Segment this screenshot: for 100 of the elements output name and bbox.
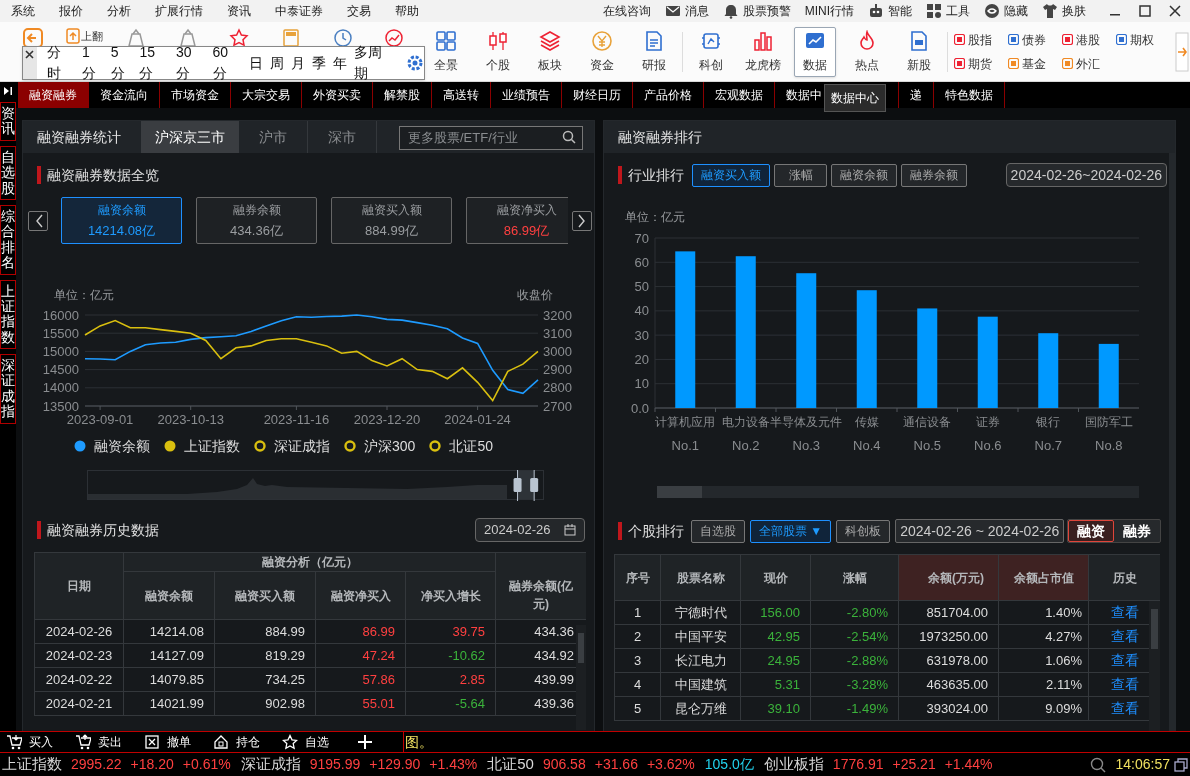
legend-dot[interactable]	[74, 440, 87, 452]
menu-item[interactable]: 分析	[98, 0, 140, 22]
legend-label[interactable]: 上证指数	[184, 435, 241, 457]
slider-handle[interactable]	[513, 470, 522, 502]
next-button[interactable]	[572, 210, 592, 231]
range-slider[interactable]	[87, 470, 544, 502]
legend-label[interactable]: 北证50	[449, 435, 493, 457]
legend-dot[interactable]	[344, 440, 357, 452]
quick-link[interactable]: 期权	[1116, 30, 1170, 49]
period-option[interactable]: 日	[249, 52, 264, 74]
nav-tab[interactable]: 融资融券	[18, 82, 89, 108]
filter-button[interactable]: 科创板	[836, 519, 891, 543]
side-tab[interactable]: 资讯	[0, 102, 16, 141]
slider-handle[interactable]	[530, 470, 539, 502]
plus-icon[interactable]	[357, 734, 373, 750]
stat-card[interactable]: 融资余额 14214.08亿	[61, 197, 182, 244]
nav-tab[interactable]: 财经日历	[562, 82, 633, 108]
trade-button[interactable]: 自选	[282, 733, 329, 751]
metric-button[interactable]: 融资买入额	[692, 163, 770, 187]
stat-card[interactable]: 融券余额 434.36亿	[196, 197, 317, 244]
legend-dot[interactable]	[164, 440, 177, 452]
nav-tab[interactable]: 解禁股	[373, 82, 432, 108]
menu-item[interactable]: 系统	[2, 0, 44, 22]
period-option[interactable]: 1分	[81, 42, 104, 84]
nav-tab[interactable]: 特色数据	[934, 82, 1005, 108]
stat-card[interactable]: 融资买入额 884.99亿	[331, 197, 452, 244]
trade-button[interactable]: 持仓	[213, 733, 260, 751]
collapse-icon[interactable]	[2, 85, 14, 97]
menu-link[interactable]: 消息	[664, 0, 709, 22]
menu-item[interactable]: 扩展行情	[146, 0, 212, 22]
legend-label[interactable]: 融资余额	[94, 435, 151, 457]
close-icon[interactable]	[1168, 4, 1182, 18]
chart-icon[interactable]	[384, 28, 405, 48]
trade-button[interactable]: 买入	[6, 733, 53, 751]
nav-tab[interactable]: 业绩预告	[491, 82, 562, 108]
menu-link[interactable]: 在线咨询	[602, 0, 651, 22]
legend-label[interactable]: 沪深300	[364, 435, 416, 457]
period-option[interactable]: 30分	[176, 42, 206, 84]
toolbar-button[interactable]: 研报	[633, 26, 675, 77]
index-name[interactable]: 深证成指	[240, 753, 301, 776]
menu-link[interactable]: 换肤	[1042, 0, 1086, 22]
filter-button[interactable]: 自选股	[691, 519, 745, 543]
side-tab[interactable]: 综合排名	[0, 204, 16, 275]
menu-link[interactable]: 股票预警	[722, 0, 791, 22]
legend-label[interactable]: 深证成指	[274, 435, 331, 457]
side-tab[interactable]: 自选股	[0, 145, 16, 200]
star-icon[interactable]	[229, 28, 250, 48]
page-up-label[interactable]: 上翻	[80, 28, 103, 45]
date-range-field[interactable]: 2024-02-26~2024-02-26	[1005, 163, 1167, 187]
quick-link[interactable]: 外汇	[1062, 54, 1116, 73]
index-name[interactable]: 创业板指	[763, 753, 824, 776]
menu-item[interactable]: 交易	[338, 0, 380, 22]
market-tab[interactable]: 沪深京三市	[141, 121, 239, 153]
metric-button[interactable]: 涨幅	[774, 163, 827, 187]
toolbar-button[interactable]: 个股	[477, 26, 519, 77]
quick-link[interactable]: 基金	[1008, 54, 1062, 73]
toolbar-button[interactable]: 板块	[529, 26, 571, 77]
menu-item[interactable]: 报价	[50, 0, 92, 22]
period-option[interactable]: 分时	[47, 42, 75, 84]
nav-tab[interactable]: 宏观数据	[704, 82, 775, 108]
maximize-icon[interactable]	[1138, 4, 1152, 18]
period-option[interactable]: 季	[312, 52, 327, 74]
menu-item[interactable]: 资讯	[218, 0, 260, 22]
legend-dot[interactable]	[429, 440, 442, 452]
quick-link[interactable]: 股指	[954, 30, 1008, 49]
period-option[interactable]: 5分	[110, 42, 133, 84]
index-name[interactable]: 上证指数	[2, 753, 62, 776]
quick-link[interactable]: 港股	[1062, 30, 1116, 49]
menu-item[interactable]: 中泰证券	[266, 0, 332, 22]
date-range-field[interactable]: 2024-02-26 ~ 2024-02-26	[895, 519, 1065, 543]
mode-tab[interactable]: 融资	[1068, 520, 1115, 542]
toolbar-button[interactable]: 科创	[690, 26, 732, 77]
filter-button[interactable]: 全部股票 ▼	[750, 519, 832, 543]
side-tab[interactable]: 深证成指	[0, 354, 16, 424]
toolbar-button[interactable]: 热点	[846, 26, 888, 77]
date-field[interactable]: 2024-02-26	[475, 518, 585, 542]
market-tab[interactable]: 深市	[308, 121, 377, 153]
settings-icon[interactable]	[406, 54, 424, 72]
period-option[interactable]: 月	[291, 52, 306, 74]
menu-link[interactable]: MINI行情	[804, 0, 854, 22]
stat-card[interactable]: 融资净买入 86.99亿	[466, 197, 568, 244]
nav-tab[interactable]: 数据中 数据中心	[775, 82, 899, 108]
mode-tab[interactable]: 融券	[1114, 520, 1161, 542]
nav-tab[interactable]: 市场资金	[160, 82, 231, 108]
legend-dot[interactable]	[254, 440, 267, 452]
quick-link[interactable]: 期货	[954, 54, 1008, 73]
period-option[interactable]: 15分	[139, 42, 169, 84]
period-option[interactable]: 周	[270, 52, 285, 74]
period-option[interactable]: 60分	[212, 42, 243, 84]
toolbar-button[interactable]: 数据	[794, 26, 836, 77]
toolbar-button[interactable]: 新股	[898, 26, 940, 77]
period-option[interactable]: 年	[333, 52, 348, 74]
metric-button[interactable]: 融券余额	[901, 163, 967, 187]
period-option[interactable]: 多周期	[354, 42, 396, 84]
search-icon[interactable]	[562, 130, 576, 144]
nav-tab[interactable]: 高送转	[432, 82, 491, 108]
menu-item[interactable]: 帮助	[386, 0, 428, 22]
menu-link[interactable]: 隐藏	[984, 0, 1028, 22]
close-icon[interactable]	[25, 50, 35, 59]
trade-button[interactable]: 卖出	[75, 733, 122, 751]
